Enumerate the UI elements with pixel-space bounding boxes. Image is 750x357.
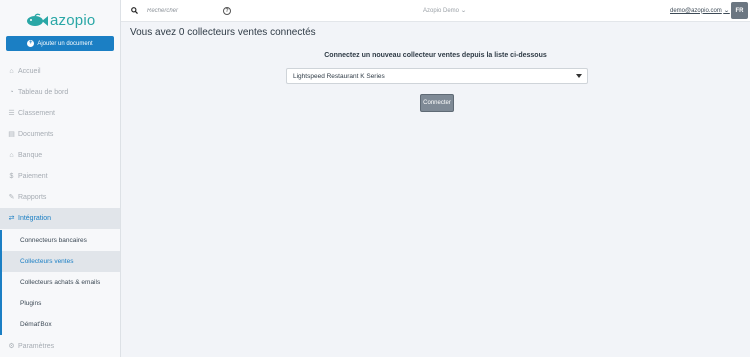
- sidebar-item-banque[interactable]: ⌂ Banque: [0, 145, 120, 166]
- edit-icon: ✎: [8, 194, 15, 201]
- sidebar-subitem-dematbox[interactable]: Démat'Box: [0, 314, 120, 335]
- sidebar-item-label: Paiement: [18, 173, 48, 180]
- search-icon[interactable]: [131, 7, 138, 14]
- dashboard-icon: ◔: [9, 89, 14, 96]
- caret-down-icon: [576, 74, 582, 78]
- page-title: Vous avez 0 collecteurs ventes connectés: [130, 27, 316, 38]
- list-icon: ☰: [8, 110, 15, 117]
- search-input[interactable]: [147, 5, 227, 17]
- fish-logo-icon: [27, 13, 48, 26]
- sidebar-item-label: Documents: [18, 131, 54, 138]
- sidebar-item-documents[interactable]: ▤ Documents: [0, 124, 120, 145]
- sidebar-item-label: Rapports: [18, 194, 47, 201]
- sidebar-item-parametres[interactable]: ⚙ Paramètres: [0, 336, 120, 357]
- company-name: Azopio Demo: [423, 7, 460, 14]
- sidebar-item-classement[interactable]: ☰ Classement: [0, 103, 120, 124]
- sidebar-item-label: Banque: [18, 152, 43, 159]
- sidebar-subitem-label: Plugins: [20, 300, 42, 307]
- sidebar-subitem-collecteurs-achats[interactable]: Collecteurs achats & emails: [0, 272, 120, 293]
- top-bar: ? Azopio Demo ⌄ demo@azopio.com ⌄ FR: [121, 0, 750, 22]
- app-logo[interactable]: azopio: [26, 9, 96, 31]
- chevron-down-icon: ⌄: [723, 8, 730, 14]
- collector-select-value: Lightspeed Restaurant K Series: [293, 72, 385, 80]
- chevron-down-icon: ⌄: [460, 8, 467, 14]
- sidebar-item-label: Tableau de bord: [18, 89, 69, 96]
- user-menu[interactable]: demo@azopio.com ⌄: [670, 7, 730, 15]
- exchange-icon: ⇄: [8, 215, 15, 222]
- dollar-icon: $: [9, 173, 14, 180]
- sidebar-item-tableau-de-bord[interactable]: ◔ Tableau de bord: [0, 82, 120, 103]
- sidebar-item-rapports[interactable]: ✎ Rapports: [0, 187, 120, 208]
- sidebar-subitem-connecteurs-bancaires[interactable]: Connecteurs bancaires: [0, 230, 120, 251]
- add-document-label: Ajouter un document: [37, 40, 93, 47]
- collector-select[interactable]: Lightspeed Restaurant K Series: [286, 68, 588, 84]
- add-document-button[interactable]: + Ajouter un document: [6, 36, 114, 51]
- language-button[interactable]: FR: [731, 2, 748, 19]
- sidebar-item-label: Classement: [18, 110, 55, 117]
- sidebar-item-integration[interactable]: ⇄ Intégration: [0, 208, 120, 229]
- sidebar-subitem-label: Connecteurs bancaires: [20, 237, 87, 244]
- sidebar-subitem-label: Collecteurs ventes: [20, 258, 74, 265]
- gear-icon: ⚙: [8, 343, 15, 350]
- connect-instruction: Connectez un nouveau collecteur ventes d…: [324, 52, 547, 59]
- sidebar-item-label: Accueil: [18, 68, 41, 75]
- sidebar: azopio + Ajouter un document ⌂ Accueil ◔…: [0, 0, 121, 357]
- sidebar-subitem-collecteurs-ventes[interactable]: Collecteurs ventes: [0, 251, 120, 272]
- sidebar-item-label: Paramètres: [18, 343, 55, 350]
- bank-icon: ⌂: [9, 152, 14, 159]
- sidebar-subitem-label: Démat'Box: [20, 321, 52, 328]
- home-icon: ⌂: [9, 68, 14, 75]
- help-icon[interactable]: ?: [223, 7, 231, 15]
- sidebar-subitem-plugins[interactable]: Plugins: [0, 293, 120, 314]
- document-icon: ▤: [8, 131, 15, 138]
- sidebar-item-accueil[interactable]: ⌂ Accueil: [0, 61, 120, 82]
- user-email: demo@azopio.com: [670, 7, 722, 14]
- sidebar-subitem-label: Collecteurs achats & emails: [20, 279, 101, 286]
- sidebar-item-paiement[interactable]: $ Paiement: [0, 166, 120, 187]
- sidebar-item-label: Intégration: [18, 215, 52, 222]
- logo-text: azopio: [50, 11, 96, 29]
- connect-button[interactable]: Connecter: [420, 94, 454, 112]
- company-selector[interactable]: Azopio Demo ⌄: [423, 7, 467, 15]
- plus-circle-icon: +: [27, 40, 35, 47]
